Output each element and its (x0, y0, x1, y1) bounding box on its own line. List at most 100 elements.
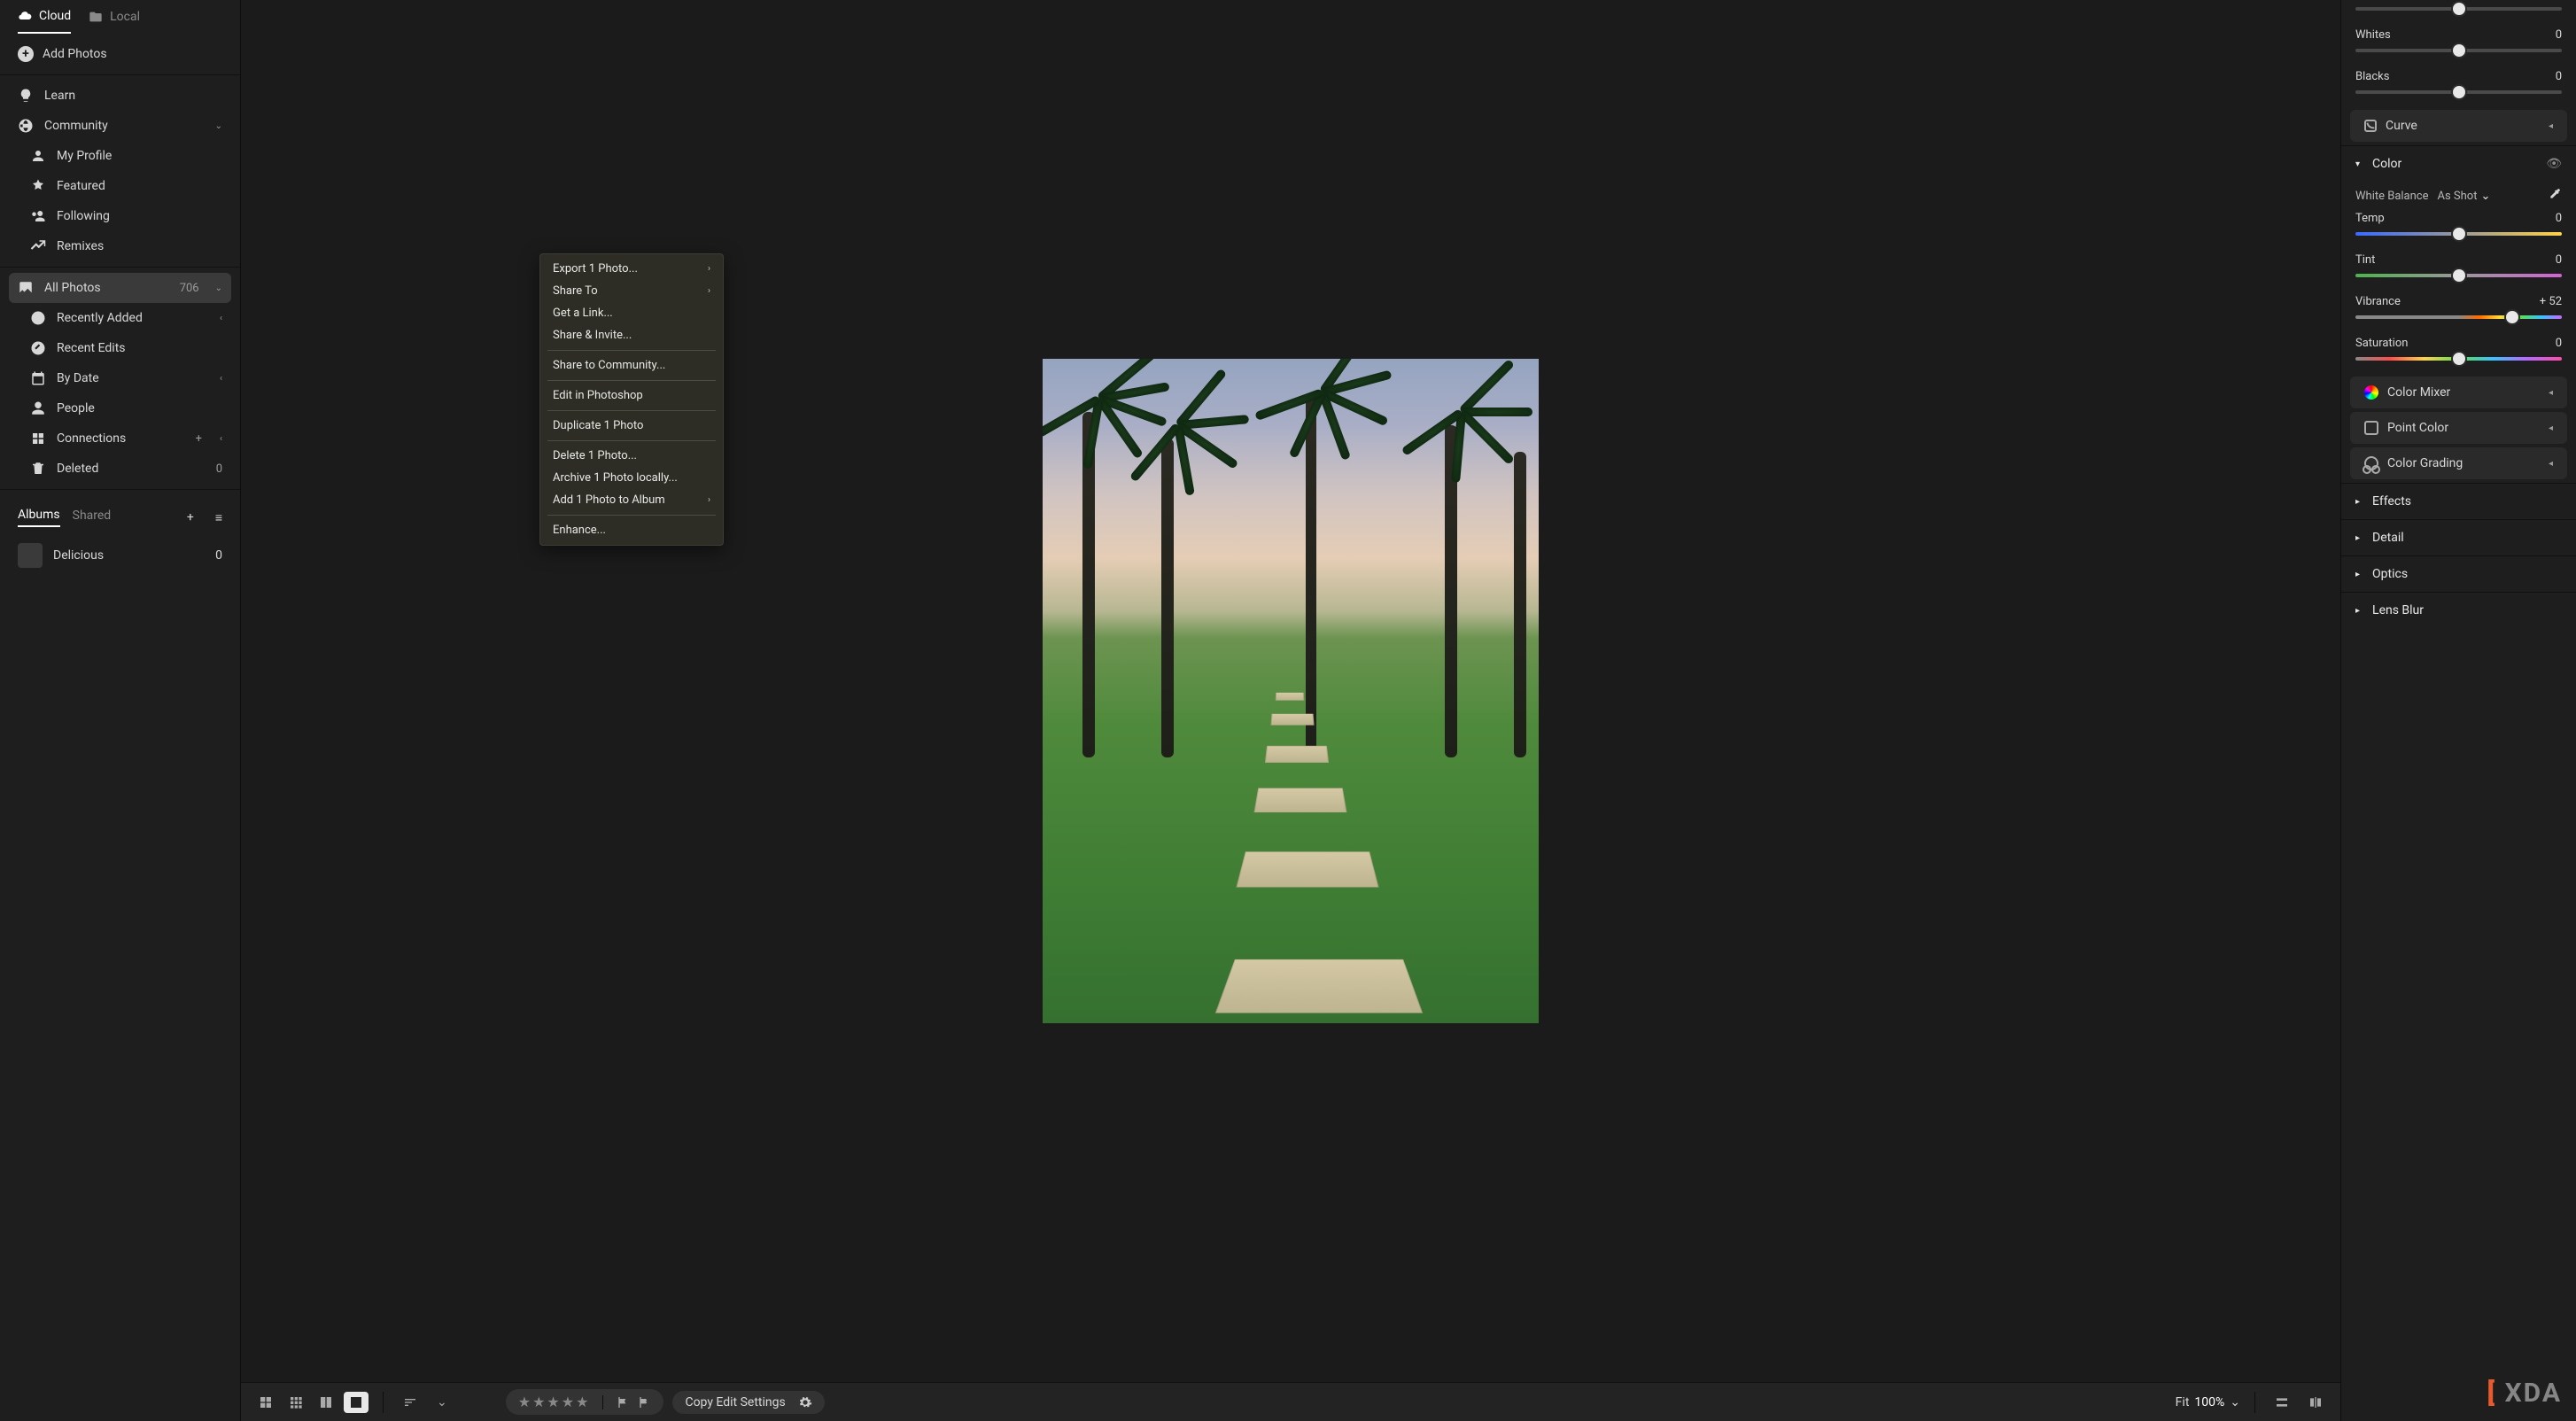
slider-saturation[interactable] (2355, 357, 2562, 361)
nav-featured[interactable]: Featured (0, 171, 240, 201)
zoom-control[interactable]: Fit 100% ⌄ (2176, 1395, 2240, 1409)
view-single-icon[interactable] (344, 1392, 369, 1413)
ctx-share-invite[interactable]: Share & Invite... (540, 324, 723, 346)
nav-remixes[interactable]: Remixes (0, 231, 240, 261)
slider-thumb[interactable] (2453, 269, 2465, 282)
view-grid-icon[interactable] (253, 1392, 278, 1413)
nav-people[interactable]: People (0, 393, 240, 423)
badge-icon (30, 178, 46, 194)
slider-whites[interactable] (2355, 49, 2562, 52)
panel-optics[interactable]: ▸ Optics (2341, 555, 2576, 592)
slider-temp-row: Temp0 (2341, 206, 2576, 248)
slider-saturation-row: Saturation0 (2341, 331, 2576, 373)
flag-icon[interactable] (616, 1395, 630, 1409)
slider-whites[interactable] (2341, 7, 2576, 23)
ctx-duplicate[interactable]: Duplicate 1 Photo (540, 415, 723, 437)
nav-recently-added[interactable]: Recently Added ‹ (0, 303, 240, 333)
slider-vibrance[interactable] (2355, 315, 2562, 319)
slider-thumb[interactable] (2453, 228, 2465, 240)
ctx-share-community[interactable]: Share to Community... (540, 354, 723, 377)
ctx-archive[interactable]: Archive 1 Photo locally... (540, 467, 723, 489)
slider-tint[interactable] (2355, 274, 2562, 277)
nav-community[interactable]: Community ⌄ (0, 111, 240, 141)
nav-deleted[interactable]: Deleted 0 (0, 454, 240, 484)
before-after-icon[interactable] (2303, 1392, 2328, 1413)
gear-icon[interactable] (798, 1395, 812, 1409)
add-photos-label: Add Photos (43, 47, 107, 61)
ctx-edit-in-photoshop[interactable]: Edit in Photoshop (540, 384, 723, 407)
tab-albums[interactable]: Albums (18, 508, 60, 527)
ctx-get-link[interactable]: Get a Link... (540, 302, 723, 324)
album-count: 0 (215, 548, 222, 563)
disclosure-icon: ▸ (2355, 497, 2360, 507)
nav-all-photos[interactable]: All Photos 706 ⌄ (9, 273, 231, 303)
slider-blacks[interactable] (2355, 90, 2562, 94)
eyedropper-icon[interactable] (2548, 187, 2562, 205)
lens-blur-label: Lens Blur (2372, 603, 2424, 617)
ctx-add-to-album[interactable]: Add 1 Photo to Album› (540, 489, 723, 511)
slider-thumb[interactable] (2506, 311, 2518, 323)
sort-albums-icon[interactable]: ≡ (215, 510, 222, 525)
add-photos-button[interactable]: + Add Photos (0, 34, 240, 74)
nav-my-profile[interactable]: My Profile (0, 141, 240, 171)
tab-shared[interactable]: Shared (73, 509, 112, 526)
calendar-icon (30, 370, 46, 386)
view-compare-icon[interactable] (314, 1392, 338, 1413)
tint-label: Tint (2355, 253, 2375, 267)
panel-curve[interactable]: Curve ◂ (2350, 110, 2567, 142)
rating-chip[interactable]: ★★★★★ (506, 1389, 664, 1415)
photo-preview[interactable] (1043, 359, 1539, 1023)
ctx-enhance[interactable]: Enhance... (540, 519, 723, 541)
panel-detail[interactable]: ▸ Detail (2341, 519, 2576, 555)
slider-thumb[interactable] (2453, 3, 2465, 15)
panel-effects[interactable]: ▸ Effects (2341, 483, 2576, 519)
disclosure-icon: ▸ (2355, 533, 2360, 543)
flag-off-icon[interactable] (637, 1395, 651, 1409)
panel-color-header[interactable]: ▾ Color 👁 (2341, 145, 2576, 182)
copy-edit-settings-button[interactable]: Copy Edit Settings (672, 1391, 824, 1414)
nav-all-photos-label: All Photos (44, 281, 101, 295)
detail-label: Detail (2372, 531, 2404, 545)
ctx-share-to[interactable]: Share To› (540, 280, 723, 302)
panel-color-mixer[interactable]: Color Mixer ◂ (2350, 377, 2567, 408)
star-rating[interactable]: ★★★★★ (518, 1394, 591, 1410)
add-album-icon[interactable]: + (187, 510, 194, 524)
sort-button[interactable] (398, 1392, 423, 1413)
view-smallgrid-icon[interactable] (283, 1392, 308, 1413)
white-balance-dropdown[interactable]: As Shot (2438, 190, 2491, 203)
nav-connections[interactable]: Connections + ‹ (0, 423, 240, 454)
white-balance-row: White Balance As Shot (2341, 182, 2576, 206)
nav-recent-edits[interactable]: Recent Edits (0, 333, 240, 363)
slider-tint-row: Tint0 (2341, 248, 2576, 290)
slider-blacks-row: Blacks0 (2341, 65, 2576, 106)
nav-by-date[interactable]: By Date ‹ (0, 363, 240, 393)
slider-temp[interactable] (2355, 232, 2562, 236)
eye-icon[interactable]: 👁 (2546, 157, 2562, 171)
tab-cloud[interactable]: Cloud (18, 9, 71, 34)
nav-following[interactable]: Following (0, 201, 240, 231)
nav-learn[interactable]: Learn (0, 81, 240, 111)
slider-thumb[interactable] (2453, 353, 2465, 365)
photo-canvas[interactable]: Export 1 Photo...› Share To› Get a Link.… (241, 0, 2340, 1382)
main-area: Export 1 Photo...› Share To› Get a Link.… (241, 0, 2340, 1421)
panel-point-color[interactable]: Point Color ◂ (2350, 412, 2567, 444)
panel-color-grading[interactable]: Color Grading ◂ (2350, 447, 2567, 479)
slider-thumb[interactable] (2453, 86, 2465, 98)
chevron-left-icon: ◂ (2549, 388, 2553, 398)
ctx-delete[interactable]: Delete 1 Photo... (540, 445, 723, 467)
tab-local[interactable]: Local (89, 10, 140, 33)
edits-icon (30, 340, 46, 356)
albums-section: Albums Shared + ≡ Delicious 0 (0, 489, 240, 580)
slider-thumb[interactable] (2453, 44, 2465, 57)
ctx-export[interactable]: Export 1 Photo...› (540, 258, 723, 280)
nav-connections-label: Connections (57, 431, 126, 446)
add-connection-icon[interactable]: + (196, 432, 202, 446)
album-item[interactable]: Delicious 0 (0, 536, 240, 575)
panel-lens-blur[interactable]: ▸ Lens Blur (2341, 592, 2576, 628)
right-panel: Whites0 Blacks0 Curve ◂ ▾ Color 👁 White … (2340, 0, 2576, 1421)
album-thumbnail (18, 543, 43, 568)
filmstrip-icon[interactable] (2270, 1392, 2294, 1413)
sort-direction-icon[interactable]: ⌄ (431, 1392, 453, 1413)
optics-label: Optics (2372, 567, 2408, 581)
point-color-icon (2364, 421, 2378, 435)
